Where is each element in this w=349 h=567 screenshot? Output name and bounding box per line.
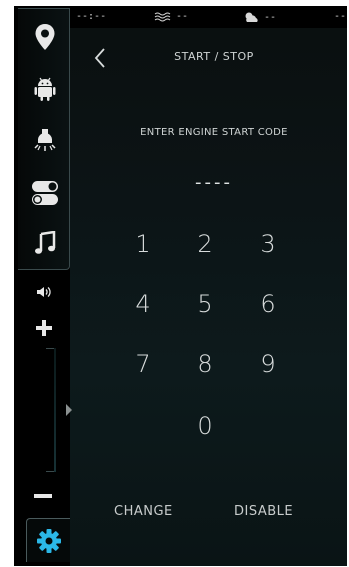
screen-frame: --:-- -- -- -- START / STOP ENTER ENGINE… bbox=[14, 6, 347, 566]
temperature-status: -- bbox=[154, 11, 188, 22]
chevron-left-icon[interactable] bbox=[90, 46, 110, 70]
nav-lights-button[interactable] bbox=[22, 119, 68, 163]
page-title: START / STOP bbox=[174, 50, 254, 63]
key-8[interactable]: 8 bbox=[183, 344, 227, 384]
status-bar: --:-- -- -- -- bbox=[70, 6, 347, 28]
sidebar bbox=[14, 6, 72, 566]
key-1[interactable]: 1 bbox=[121, 224, 165, 264]
key-4[interactable]: 4 bbox=[121, 284, 165, 324]
toggle-icon bbox=[32, 181, 58, 205]
key-6[interactable]: 6 bbox=[246, 284, 290, 324]
code-display: ---- bbox=[195, 172, 233, 193]
key-7[interactable]: 7 bbox=[121, 344, 165, 384]
weather-text: -- bbox=[264, 11, 277, 23]
disable-button[interactable]: DISABLE bbox=[234, 504, 293, 519]
nav-location-button[interactable] bbox=[22, 15, 68, 59]
nav-media-button[interactable] bbox=[22, 221, 68, 265]
key-0[interactable]: 0 bbox=[183, 406, 227, 446]
volume-slider-handle[interactable] bbox=[66, 404, 72, 416]
key-9[interactable]: 9 bbox=[246, 344, 290, 384]
volume-down-button[interactable] bbox=[34, 494, 52, 498]
clock: --:-- bbox=[76, 11, 106, 22]
key-3[interactable]: 3 bbox=[246, 224, 290, 264]
weather-status: -- bbox=[242, 11, 276, 23]
partly-cloudy-icon bbox=[245, 12, 258, 22]
gear-icon bbox=[36, 528, 61, 553]
nav-android-button[interactable] bbox=[22, 67, 68, 111]
location-pin-icon bbox=[35, 24, 55, 50]
status-extra-text: -- bbox=[334, 11, 347, 22]
volume-up-button[interactable] bbox=[34, 318, 54, 338]
settings-button[interactable] bbox=[26, 518, 70, 562]
android-icon bbox=[34, 77, 56, 101]
clock-text: --:-- bbox=[76, 11, 107, 22]
music-note-icon bbox=[35, 231, 56, 254]
key-2[interactable]: 2 bbox=[183, 224, 227, 264]
status-extra: -- bbox=[334, 11, 346, 22]
heat-waves-icon bbox=[154, 12, 171, 21]
temperature-text: -- bbox=[176, 11, 189, 22]
nav-toggles-button[interactable] bbox=[22, 171, 68, 215]
code-prompt: ENTER ENGINE START CODE bbox=[140, 127, 288, 138]
volume-icon bbox=[37, 287, 51, 297]
volume-level bbox=[54, 348, 56, 472]
light-bulb-icon bbox=[34, 129, 56, 151]
key-5[interactable]: 5 bbox=[183, 284, 227, 324]
change-button[interactable]: CHANGE bbox=[114, 504, 173, 519]
nav-group bbox=[18, 8, 70, 270]
